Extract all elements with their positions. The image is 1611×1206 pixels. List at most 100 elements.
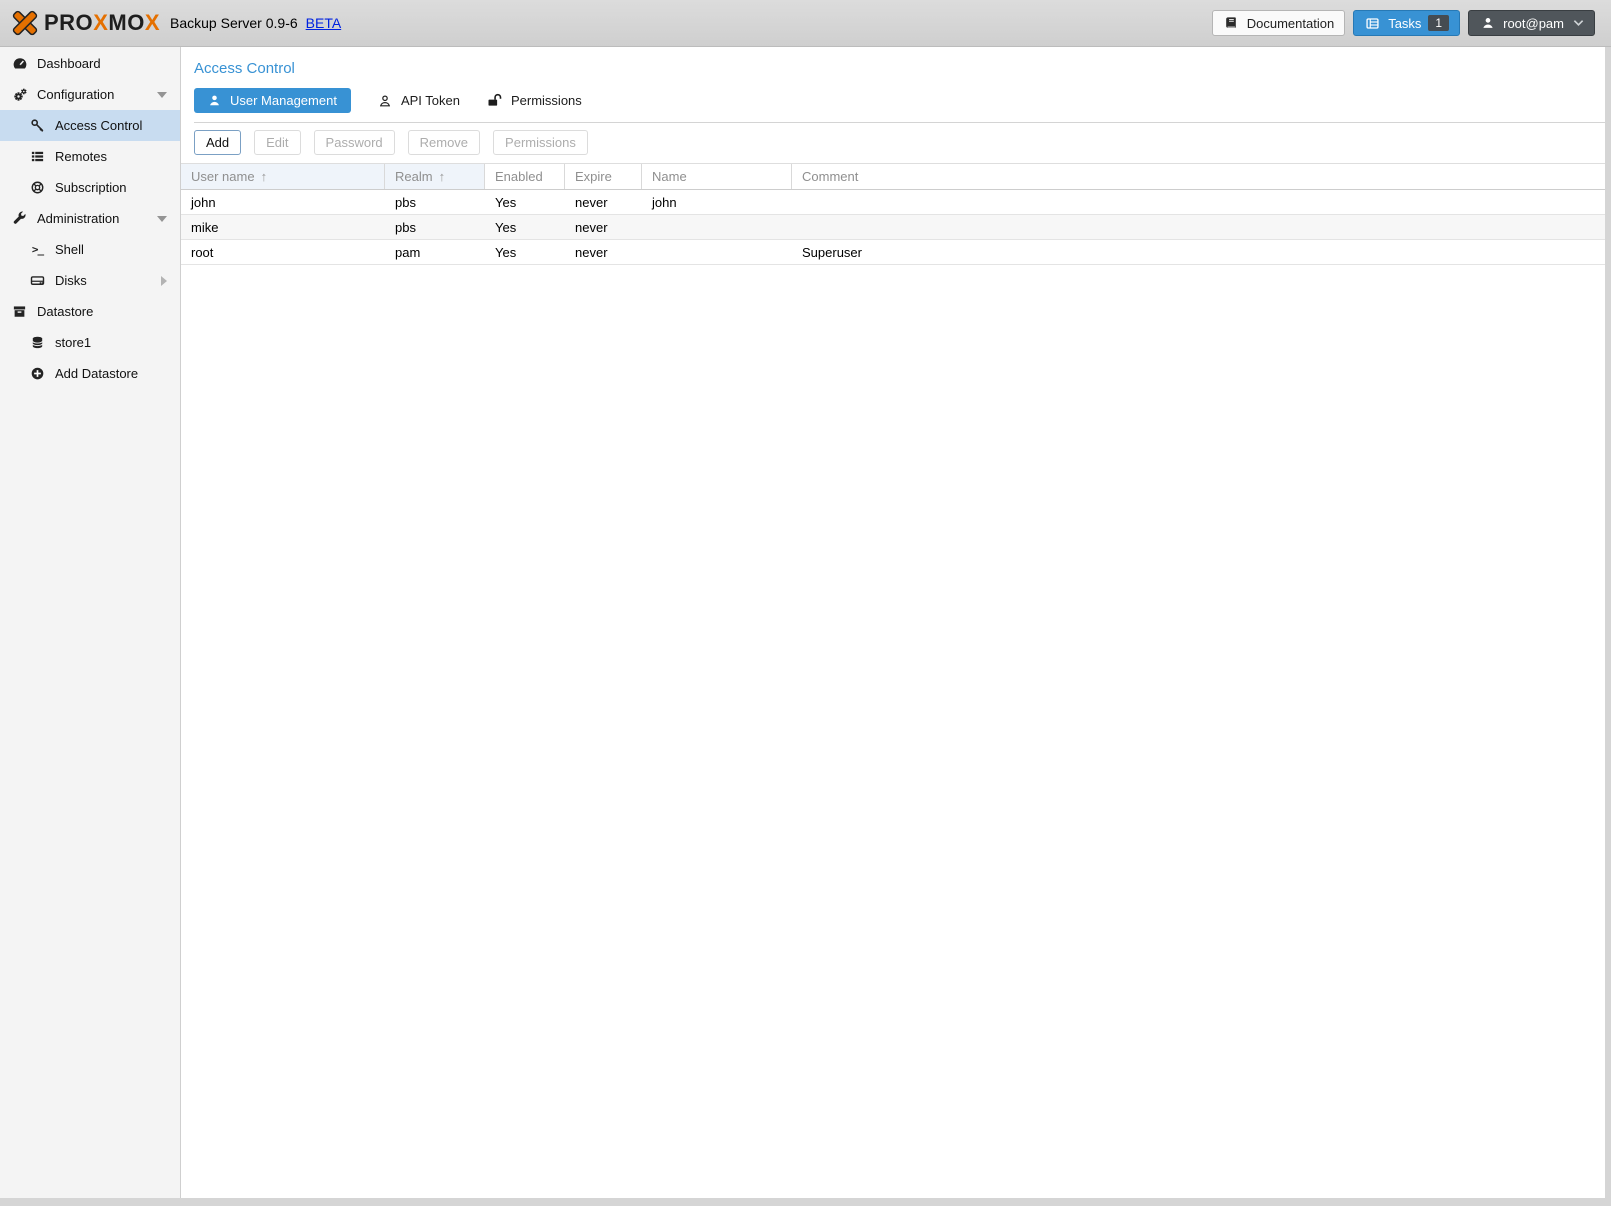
cell-name	[642, 240, 792, 264]
table-row[interactable]: john pbs Yes never john	[181, 190, 1605, 215]
tab-label: User Management	[230, 93, 337, 108]
cell-comment	[792, 215, 1605, 239]
plus-circle-icon	[29, 366, 46, 382]
sort-asc-icon: ↑	[261, 169, 268, 184]
app-window: PROXMOX Backup Server 0.9-6 BETA Documen…	[0, 0, 1611, 1206]
collapse-caret-icon[interactable]	[157, 216, 167, 222]
product-name: Backup Server 0.9-6	[170, 15, 298, 31]
tasks-button[interactable]: Tasks 1	[1353, 10, 1460, 36]
sidebar-item-datastore[interactable]: Datastore	[0, 296, 180, 327]
life-ring-icon	[29, 180, 46, 196]
proxmox-x-icon	[10, 8, 40, 38]
beta-link[interactable]: BETA	[306, 15, 342, 31]
table-row[interactable]: root pam Yes never Superuser	[181, 240, 1605, 265]
user-outline-icon	[378, 94, 392, 108]
tab-label: API Token	[401, 93, 460, 108]
column-header-realm[interactable]: Realm ↑	[385, 164, 485, 189]
sidebar-item-shell[interactable]: >_ Shell	[0, 234, 180, 265]
database-icon	[29, 335, 46, 351]
column-header-expire[interactable]: Expire	[565, 164, 642, 189]
column-header-comment[interactable]: Comment	[792, 164, 1605, 189]
cell-enabled: Yes	[485, 215, 565, 239]
table-row[interactable]: mike pbs Yes never	[181, 215, 1605, 240]
cell-expire: never	[565, 215, 642, 239]
column-header-username[interactable]: User name ↑	[181, 164, 385, 189]
cell-realm: pbs	[385, 215, 485, 239]
cell-enabled: Yes	[485, 240, 565, 264]
user-icon	[208, 94, 221, 107]
sidebar-label: Administration	[37, 211, 119, 226]
sidebar-item-store1[interactable]: store1	[0, 327, 180, 358]
expand-caret-icon[interactable]	[161, 276, 167, 286]
user-menu-button[interactable]: root@pam	[1468, 10, 1595, 36]
key-icon	[29, 118, 46, 134]
tab-user-management[interactable]: User Management	[194, 88, 351, 113]
column-header-enabled[interactable]: Enabled	[485, 164, 565, 189]
cell-enabled: Yes	[485, 190, 565, 214]
tasks-count-badge: 1	[1428, 15, 1449, 31]
sidebar-label: Add Datastore	[55, 366, 138, 381]
sidebar-label: Shell	[55, 242, 84, 257]
hard-drive-icon	[29, 273, 46, 289]
edit-button: Edit	[254, 130, 300, 155]
collapse-caret-icon[interactable]	[157, 92, 167, 98]
user-menu-label: root@pam	[1503, 16, 1564, 31]
wrench-icon	[11, 211, 28, 227]
user-icon	[1479, 15, 1496, 31]
sidebar-label: Datastore	[37, 304, 93, 319]
password-button: Password	[314, 130, 395, 155]
cell-expire: never	[565, 240, 642, 264]
documentation-button[interactable]: Documentation	[1212, 10, 1345, 36]
tab-permissions[interactable]: Permissions	[487, 88, 582, 113]
sidebar-label: Subscription	[55, 180, 127, 195]
page-title: Access Control	[194, 60, 1605, 77]
cell-username: root	[181, 240, 385, 264]
tasks-label: Tasks	[1388, 16, 1421, 31]
gears-icon	[11, 87, 28, 103]
sidebar-label: Dashboard	[37, 56, 101, 71]
cell-name	[642, 215, 792, 239]
permissions-button: Permissions	[493, 130, 588, 155]
unlock-icon	[487, 93, 502, 108]
archive-box-icon	[11, 304, 28, 320]
sidebar-item-remotes[interactable]: Remotes	[0, 141, 180, 172]
dashboard-gauge-icon	[11, 56, 28, 72]
main-panel: Access Control User Management API Token	[181, 47, 1605, 1198]
documentation-label: Documentation	[1247, 16, 1334, 31]
sidebar-item-administration[interactable]: Administration	[0, 203, 180, 234]
cell-name: john	[642, 190, 792, 214]
sidebar-item-access-control[interactable]: Access Control	[0, 110, 180, 141]
sidebar-label: store1	[55, 335, 91, 350]
brand-wordmark: PROXMOX	[44, 10, 160, 36]
sidebar: Dashboard Configuration Access Control	[0, 47, 181, 1198]
add-button[interactable]: Add	[194, 130, 241, 155]
book-icon	[1223, 15, 1240, 31]
sidebar-item-dashboard[interactable]: Dashboard	[0, 48, 180, 79]
sidebar-label: Configuration	[37, 87, 114, 102]
list-icon	[29, 149, 46, 165]
cell-comment: Superuser	[792, 240, 1605, 264]
cell-username: mike	[181, 215, 385, 239]
task-list-icon	[1364, 15, 1381, 31]
toolbar: Add Edit Password Remove Permissions	[181, 123, 1605, 163]
sidebar-label: Remotes	[55, 149, 107, 164]
cell-expire: never	[565, 190, 642, 214]
sidebar-label: Disks	[55, 273, 87, 288]
column-header-name[interactable]: Name	[642, 164, 792, 189]
sidebar-item-add-datastore[interactable]: Add Datastore	[0, 358, 180, 389]
sidebar-item-configuration[interactable]: Configuration	[0, 79, 180, 110]
tab-bar: User Management API Token Permissions	[194, 88, 1605, 123]
tab-api-token[interactable]: API Token	[378, 88, 460, 113]
tab-label: Permissions	[511, 93, 582, 108]
sidebar-item-disks[interactable]: Disks	[0, 265, 180, 296]
chevron-down-icon	[1573, 19, 1584, 27]
remove-button: Remove	[408, 130, 480, 155]
sort-asc-icon: ↑	[439, 169, 446, 184]
terminal-icon: >_	[29, 242, 46, 258]
cell-realm: pam	[385, 240, 485, 264]
sidebar-item-subscription[interactable]: Subscription	[0, 172, 180, 203]
cell-username: john	[181, 190, 385, 214]
cell-realm: pbs	[385, 190, 485, 214]
table-header-row: User name ↑ Realm ↑ Enabled Expire Name	[181, 164, 1605, 190]
proxmox-logo: PROXMOX	[10, 8, 160, 38]
